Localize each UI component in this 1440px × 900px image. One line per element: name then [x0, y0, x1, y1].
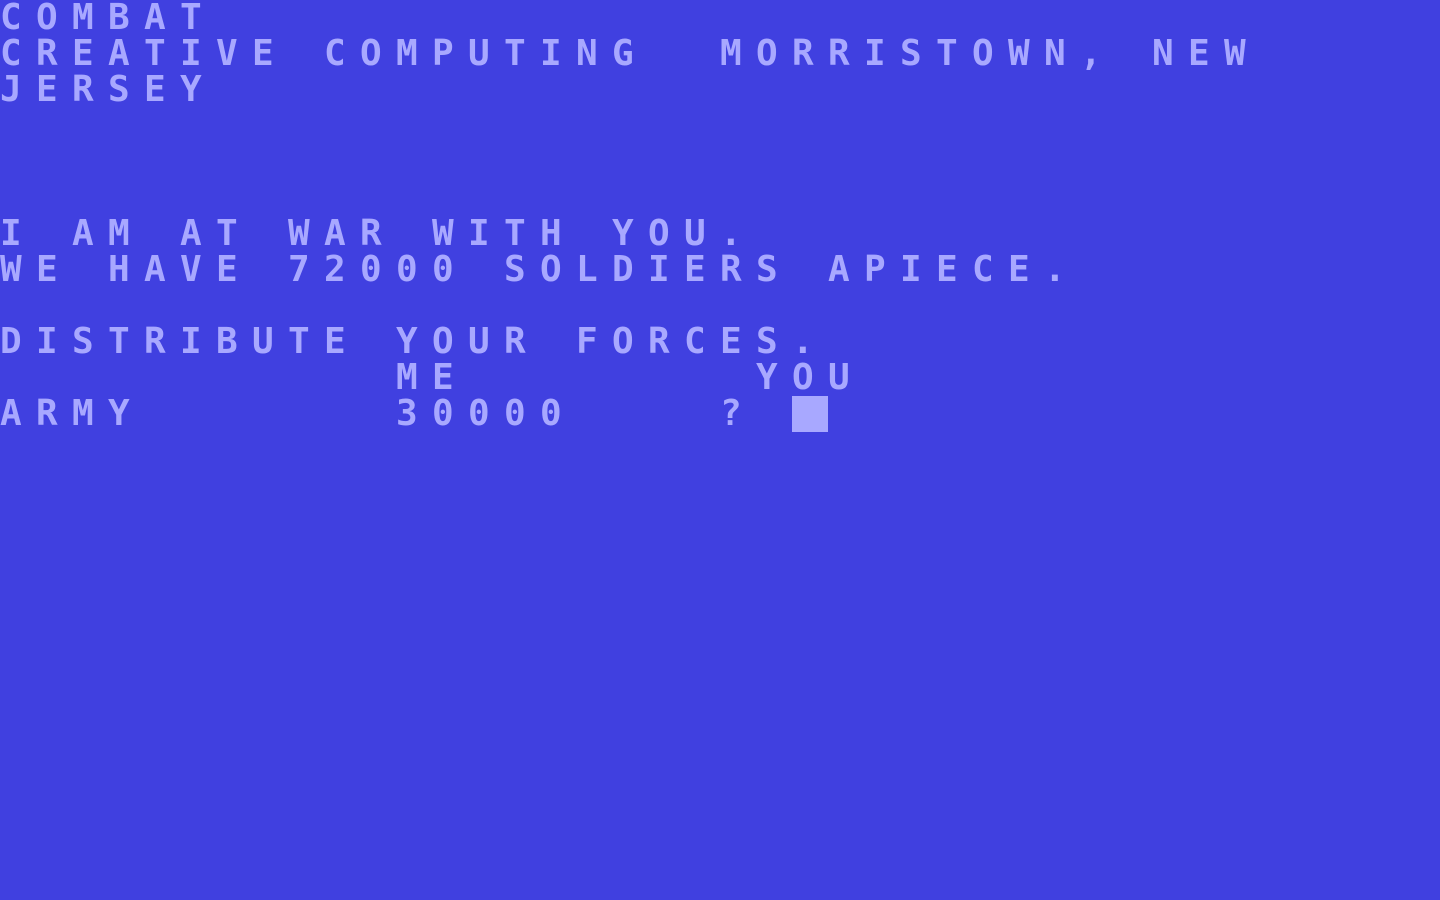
credit-publisher: CREATIVE COMPUTING: [0, 33, 648, 74]
army-me-value: 30000: [396, 393, 576, 434]
column-header-you: YOU: [756, 357, 864, 398]
game-title: COMBAT: [0, 0, 216, 38]
distribute-message: DISTRIBUTE YOUR FORCES.: [0, 321, 828, 362]
c64-screen: COMBAT CREATIVE COMPUTING MORRISTOWN, NE…: [0, 0, 1440, 900]
row-label-army: ARMY: [0, 393, 144, 434]
soldiers-message: WE HAVE 72000 SOLDIERS APIECE.: [0, 249, 1080, 290]
column-header-me: ME: [396, 357, 468, 398]
war-message: I AM AT WAR WITH YOU.: [0, 213, 756, 254]
credit-city: MORRISTOWN, NEW: [720, 33, 1260, 74]
text-cursor[interactable]: [792, 396, 828, 432]
input-prompt: ?: [720, 393, 756, 434]
credit-state: JERSEY: [0, 69, 216, 110]
